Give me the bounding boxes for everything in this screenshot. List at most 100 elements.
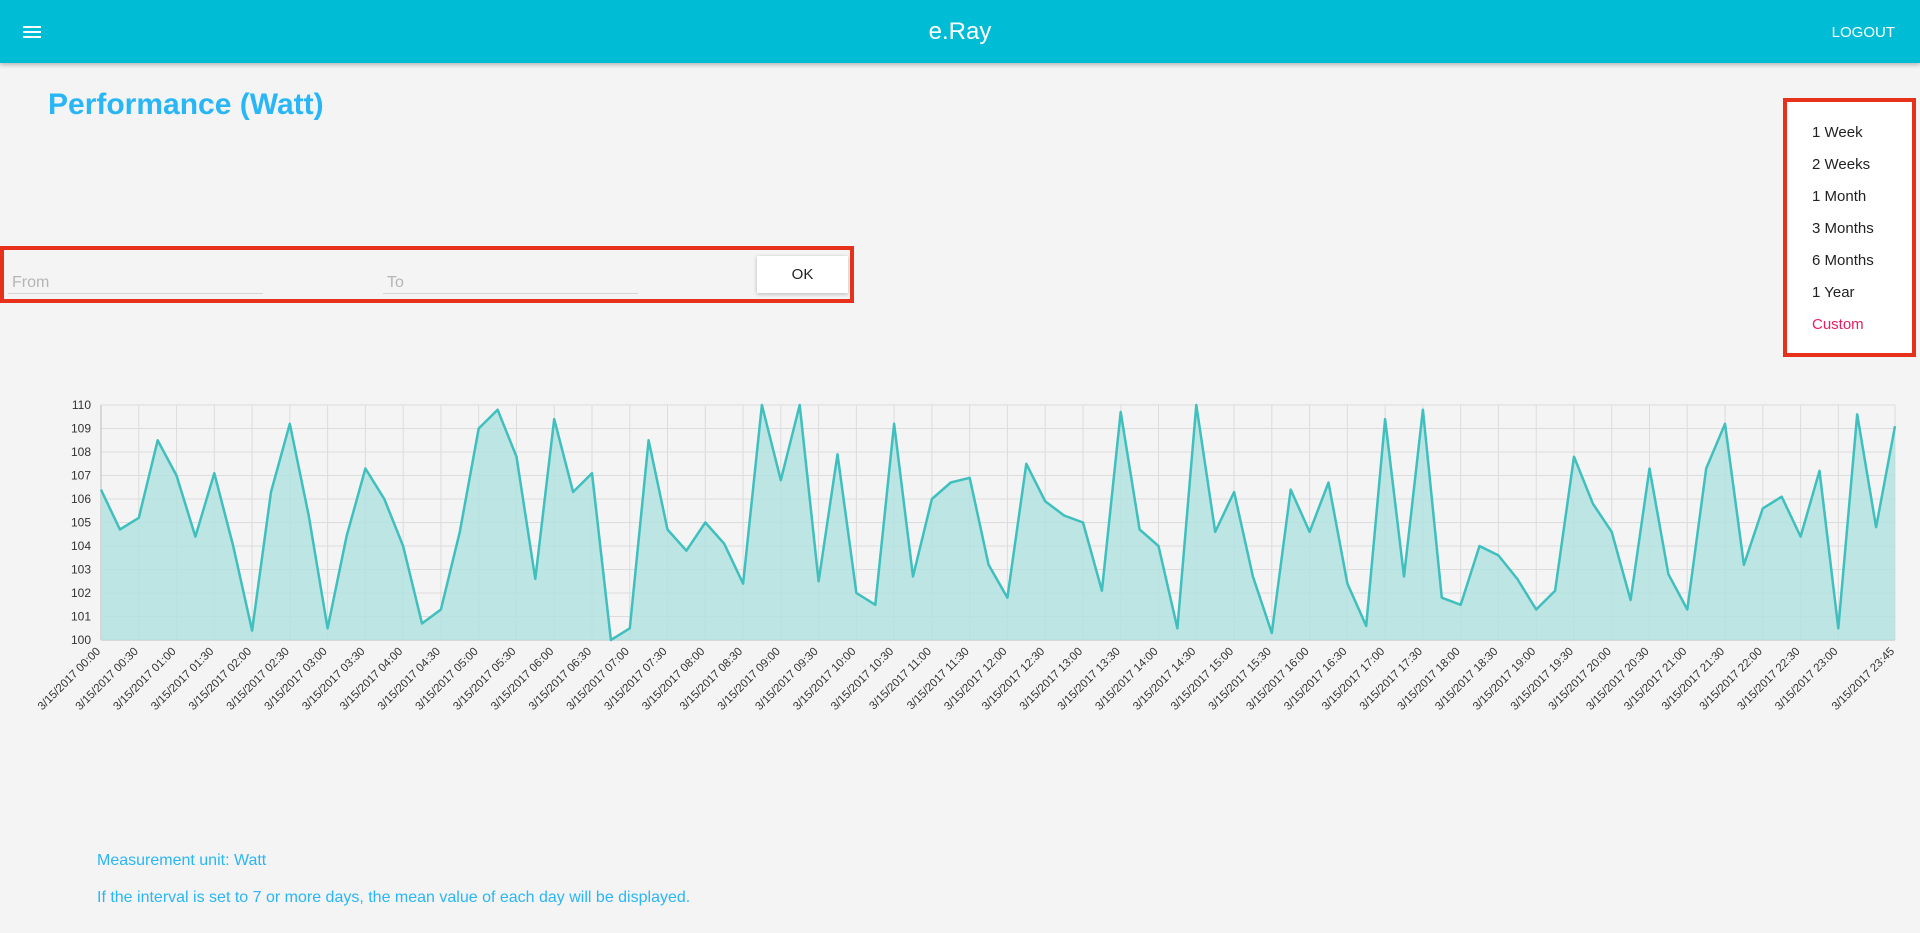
data-point	[873, 603, 877, 607]
data-point	[382, 497, 386, 501]
y-tick-label: 102	[71, 586, 91, 600]
data-point	[722, 542, 726, 546]
data-point	[1232, 490, 1236, 494]
data-point	[1723, 422, 1727, 426]
data-point	[1666, 572, 1670, 576]
data-point	[1326, 481, 1330, 485]
range-option-custom[interactable]: Custom	[1812, 316, 1864, 333]
data-point	[1459, 603, 1463, 607]
data-point	[99, 488, 103, 492]
range-option-1-year[interactable]: 1 Year	[1812, 284, 1855, 301]
data-point	[1062, 513, 1066, 517]
data-point	[1591, 502, 1595, 506]
data-point	[1553, 589, 1557, 593]
data-point	[817, 579, 821, 583]
data-point	[684, 549, 688, 553]
data-point	[496, 408, 500, 412]
data-point	[1780, 495, 1784, 499]
data-point	[552, 417, 556, 421]
from-input[interactable]	[8, 258, 263, 294]
data-point	[760, 403, 764, 407]
data-point	[307, 513, 311, 517]
data-point	[1648, 466, 1652, 470]
data-point	[1383, 417, 1387, 421]
data-point	[1402, 575, 1406, 579]
data-point	[269, 490, 273, 494]
data-point	[1175, 626, 1179, 630]
data-point	[1251, 575, 1255, 579]
data-point	[1421, 408, 1425, 412]
data-point	[1704, 466, 1708, 470]
data-point	[458, 530, 462, 534]
data-point	[987, 563, 991, 567]
data-point	[590, 471, 594, 475]
y-tick-label: 100	[71, 633, 91, 647]
data-point	[231, 544, 235, 548]
data-point	[798, 403, 802, 407]
data-point	[1855, 412, 1859, 416]
data-point	[930, 497, 934, 501]
data-point	[1440, 596, 1444, 600]
data-point	[118, 528, 122, 532]
data-point	[1761, 506, 1765, 510]
date-range-form: OK	[0, 246, 854, 303]
data-point	[1629, 598, 1633, 602]
data-point	[911, 575, 915, 579]
data-point	[1817, 469, 1821, 473]
range-option-6-months[interactable]: 6 Months	[1812, 252, 1874, 269]
y-tick-label: 108	[71, 445, 91, 459]
range-option-2-weeks[interactable]: 2 Weeks	[1812, 156, 1870, 173]
data-point	[477, 427, 481, 431]
data-point	[326, 626, 330, 630]
data-point	[1345, 582, 1349, 586]
data-point	[1308, 530, 1312, 534]
data-point	[1799, 535, 1803, 539]
y-tick-label: 105	[71, 516, 91, 530]
data-point	[288, 422, 292, 426]
logout-button[interactable]: LOGOUT	[1832, 24, 1895, 41]
range-selector: 1 Week 2 Weeks 1 Month 3 Months 6 Months 1 Ye…	[1783, 98, 1916, 357]
data-point	[401, 544, 405, 548]
page-title: Performance (Watt)	[48, 88, 324, 121]
unit-note: Measurement unit: Watt	[97, 852, 267, 869]
y-tick-label: 106	[71, 492, 91, 506]
to-input[interactable]	[383, 258, 638, 294]
data-point	[1024, 462, 1028, 466]
data-point	[1496, 553, 1500, 557]
range-option-1-week[interactable]: 1 Week	[1812, 124, 1863, 141]
data-point	[363, 466, 367, 470]
range-option-3-months[interactable]: 3 Months	[1812, 220, 1874, 237]
data-point	[703, 521, 707, 525]
data-point	[1043, 499, 1047, 503]
data-point	[1685, 607, 1689, 611]
data-point	[1478, 544, 1482, 548]
data-point	[1836, 626, 1840, 630]
data-point	[1534, 607, 1538, 611]
y-tick-label: 109	[71, 422, 91, 436]
data-point	[1289, 488, 1293, 492]
data-point	[1893, 424, 1897, 428]
data-point	[571, 490, 575, 494]
data-point	[1364, 624, 1368, 628]
y-tick-label: 101	[71, 610, 91, 624]
interval-note: If the interval is set to 7 or more days…	[97, 889, 691, 906]
y-tick-label: 104	[71, 539, 91, 553]
data-point	[892, 422, 896, 426]
data-point	[514, 455, 518, 459]
data-point	[647, 438, 651, 442]
data-point	[1213, 530, 1217, 534]
data-point	[854, 591, 858, 595]
data-point	[1572, 455, 1576, 459]
data-point	[420, 622, 424, 626]
data-point	[835, 452, 839, 456]
data-point	[666, 528, 670, 532]
ok-button[interactable]: OK	[757, 256, 848, 293]
data-point	[344, 535, 348, 539]
data-point	[193, 535, 197, 539]
data-point	[779, 478, 783, 482]
data-point	[1138, 528, 1142, 532]
data-point	[439, 607, 443, 611]
range-option-1-month[interactable]: 1 Month	[1812, 188, 1866, 205]
data-point	[968, 476, 972, 480]
app-header: e.Ray LOGOUT	[0, 0, 1920, 63]
